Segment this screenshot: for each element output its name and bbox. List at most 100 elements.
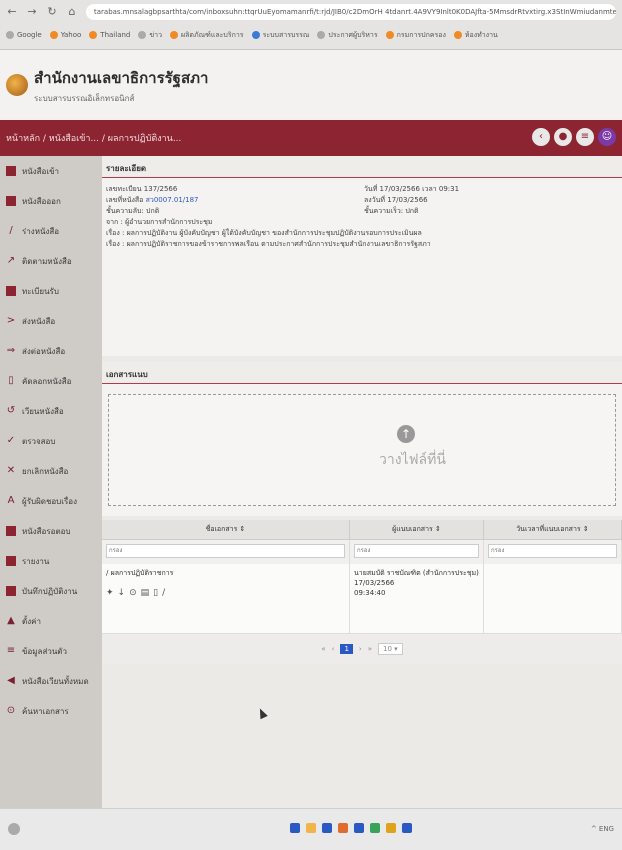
sidebar-item[interactable]: ↗ ติดตามหนังสือ <box>0 246 102 276</box>
taskbar-app-icon[interactable] <box>290 823 300 833</box>
sidebar-item[interactable]: หนังสือออก <box>0 186 102 216</box>
bookmark-icon <box>89 31 98 39</box>
sidebar-item[interactable]: ▲ ตั้งค่า <box>0 606 102 636</box>
address-bar[interactable]: tarabas.mnsalagbpsarthta/com/inboxsuhn:t… <box>86 4 616 20</box>
print-icon[interactable]: ▤ <box>141 588 150 598</box>
sidebar-item[interactable]: ◀ หนังสือเวียนทั้งหมด <box>0 666 102 696</box>
taskbar-app-icon[interactable] <box>354 823 364 833</box>
menu-icon[interactable]: ≡ <box>576 128 594 146</box>
urgency: ชั้นความเร็ว: ปกติ <box>364 207 419 215</box>
taskbar-app-icon[interactable] <box>386 823 396 833</box>
bookmark-item[interactable]: ผลิตภัณฑ์และบริการ <box>170 30 244 41</box>
bookmark-icon <box>453 31 462 39</box>
filter-cell <box>102 540 350 564</box>
report-icon <box>6 556 16 566</box>
bookmark-item[interactable]: ห้องทำงาน <box>453 30 498 41</box>
sidebar-item[interactable]: > ส่งหนังสือ <box>0 306 102 336</box>
home-icon[interactable]: ⌂ <box>66 6 78 18</box>
taskbar-app-icon[interactable] <box>402 823 412 833</box>
taskbar-app-icon[interactable] <box>338 823 348 833</box>
bookmark-icon <box>317 31 326 39</box>
sidebar-item[interactable]: ▯ คัดลอกหนังสือ <box>0 366 102 396</box>
back-arrow-icon[interactable]: ‹ <box>532 128 550 146</box>
search-doc-icon[interactable]: ⊙ <box>129 588 137 598</box>
sidebar-item[interactable]: ↺ เวียนหนังสือ <box>0 396 102 426</box>
send-icon: > <box>6 315 16 326</box>
secrecy: ชั้นความลับ: ปกติ <box>106 207 160 215</box>
bookmark-item[interactable]: กรมการปกครอง <box>385 30 446 41</box>
details-body: เลขทะเบียน 137/2566 เลขที่หนังสือ สว0007… <box>102 178 622 256</box>
taskbar-app-icon[interactable] <box>306 823 316 833</box>
pin-icon[interactable]: ✦ <box>106 588 114 598</box>
row-actions: ✦ ↓ ⊙ ▤ ▯ / <box>106 588 345 598</box>
bookmark-item[interactable]: ระบบสารบรรณ <box>251 30 309 41</box>
sidebar-item[interactable]: หนังสือรอตอบ <box>0 516 102 546</box>
sidebar-item[interactable]: A ผู้รับผิดชอบเรื่อง <box>0 486 102 516</box>
first-page-icon[interactable]: « <box>321 645 325 653</box>
bell-icon[interactable]: ● <box>554 128 572 146</box>
doc-title[interactable]: ผลการปฏิบัติราชการ <box>111 569 174 577</box>
bookmark-item[interactable]: ข่าว <box>138 30 162 41</box>
taskbar-app-icon[interactable] <box>322 823 332 833</box>
bookmark-icon <box>251 31 260 39</box>
prev-page-icon[interactable]: ‹ <box>332 645 335 653</box>
start-icon[interactable] <box>8 823 20 835</box>
sidebar-item[interactable]: ≡ ข้อมูลส่วนตัว <box>0 636 102 666</box>
sidebar-item[interactable]: ทะเบียนรับ <box>0 276 102 306</box>
copy-icon: ▯ <box>8 375 14 386</box>
bookmark-icon <box>6 31 14 39</box>
next-page-icon[interactable]: › <box>359 645 362 653</box>
filter-attacher-input[interactable] <box>354 544 479 558</box>
filter-cell <box>350 540 484 564</box>
sidebar-item[interactable]: ✓ ตรวจสอบ <box>0 426 102 456</box>
sidebar-item[interactable]: บันทึกปฏิบัติงาน <box>0 576 102 606</box>
main-content: รายละเอียด เลขทะเบียน 137/2566 เลขที่หนั… <box>102 156 622 808</box>
bookmark-item[interactable]: ประกาศผู้บริหาร <box>317 30 378 41</box>
taskbar-app-icon[interactable] <box>370 823 380 833</box>
col-header-attacher[interactable]: ผู้แนบเอกสาร ⇕ <box>350 520 484 539</box>
bookmark-item[interactable]: Thailand <box>89 31 130 39</box>
bookmark-icon <box>138 31 147 39</box>
forward-icon[interactable]: → <box>26 6 38 18</box>
circulate-icon: ↺ <box>6 405 16 416</box>
app-header: สำนักงานเลขาธิการรัฐสภา ระบบสารบรรณอิเล็… <box>0 50 622 120</box>
doc-ref-label: เลขที่หนังสือ <box>106 196 144 204</box>
page-size-select[interactable]: 10 ▾ <box>378 643 403 655</box>
details-panel: รายละเอียด เลขทะเบียน 137/2566 เลขที่หนั… <box>102 156 622 356</box>
filter-time-input[interactable] <box>488 544 617 558</box>
col-header-name[interactable]: ชื่อเอกสาร ⇕ <box>102 520 350 539</box>
reload-icon[interactable]: ↻ <box>46 6 58 18</box>
sidebar-item[interactable]: ⊙ ค้นหาเอกสาร <box>0 696 102 726</box>
col-header-time[interactable]: วันเวลาที่แนบเอกสาร ⇕ <box>484 520 622 539</box>
doc-ref-row: เลขที่หนังสือ สว0007.01/187 <box>106 195 618 206</box>
sidebar-item[interactable]: ✕ ยกเลิกหนังสือ <box>0 456 102 486</box>
attachments-panel: เอกสารแนบ ↑ วางไฟล์ที่นี่ <box>102 362 622 516</box>
breadcrumb[interactable]: หน้าหลัก / หนังสือเข้า... / ผลการปฏิบัติ… <box>6 131 181 145</box>
bookmark-item[interactable]: Google <box>6 31 42 39</box>
doc-ref-link[interactable]: สว0007.01/187 <box>146 196 199 204</box>
edit-doc-icon[interactable]: / <box>162 588 165 598</box>
file-drop-zone[interactable]: ↑ วางไฟล์ที่นี่ <box>108 394 616 506</box>
copy-doc-icon[interactable]: ▯ <box>153 588 158 598</box>
user-avatar-icon[interactable]: ☺ <box>598 128 616 146</box>
profile-icon: ≡ <box>6 645 16 656</box>
back-icon[interactable]: ← <box>6 6 18 18</box>
last-page-icon[interactable]: » <box>368 645 372 653</box>
sidebar-item[interactable]: / ร่างหนังสือ <box>0 216 102 246</box>
taskbar-apps <box>290 823 412 833</box>
pagination: « ‹ 1 › » 10 ▾ <box>102 634 622 664</box>
sidebar-item[interactable]: ⇒ ส่งต่อหนังสือ <box>0 336 102 366</box>
bookmark-item[interactable]: Yahoo <box>49 31 81 39</box>
filter-name-input[interactable] <box>106 544 345 558</box>
outbox-icon <box>6 196 16 206</box>
download-icon[interactable]: ↓ <box>118 588 126 598</box>
attacher-text: นายสมบัติ ราชบัณฑิต (สำนักการประชุม) 17/… <box>354 569 479 587</box>
details-heading: รายละเอียด <box>102 156 622 178</box>
table-row[interactable]: / ผลการปฏิบัติราชการ ✦ ↓ ⊙ ▤ ▯ / นายสมบั… <box>102 564 622 634</box>
sidebar-item[interactable]: รายงาน <box>0 546 102 576</box>
cell-name: / ผลการปฏิบัติราชการ ✦ ↓ ⊙ ▤ ▯ / <box>102 564 350 633</box>
current-page[interactable]: 1 <box>340 644 353 654</box>
upload-icon: ↑ <box>397 425 415 443</box>
cell-time <box>484 564 622 633</box>
sidebar-item[interactable]: หนังสือเข้า <box>0 156 102 186</box>
